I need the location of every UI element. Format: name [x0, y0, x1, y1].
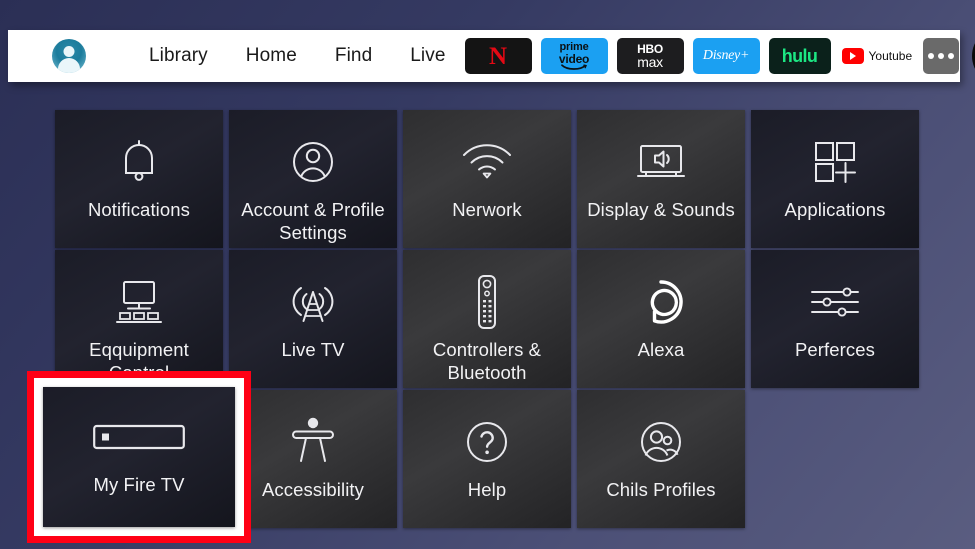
tile-account-profile-settings[interactable]: Account & Profile Settings	[229, 110, 397, 248]
tile-label: Perferces	[794, 339, 876, 360]
app-shortcut-row: N prime video HBO max Disney+ hulu Youtu…	[464, 27, 975, 85]
fire-tv-stick-icon	[93, 409, 185, 465]
netflix-logo: N	[488, 42, 508, 70]
antenna-icon	[287, 274, 339, 330]
hulu-logo: hulu	[781, 45, 818, 66]
netflix-app-button[interactable]: N	[464, 38, 532, 74]
youtube-play-icon	[841, 48, 864, 64]
monitor-keyboard-icon	[110, 274, 168, 330]
tile-accessibility[interactable]: Accessibility	[229, 390, 397, 528]
avatar-body	[58, 58, 80, 73]
alexa-ring-icon	[636, 274, 686, 330]
question-circle-icon	[462, 414, 512, 470]
youtube-label: Youtube	[868, 49, 913, 63]
tile-label: My Fire TV	[93, 474, 185, 495]
tile-help[interactable]: Help	[403, 390, 571, 528]
tile-label: Alexa	[637, 339, 685, 360]
dot-icon	[948, 53, 955, 59]
tile-label: Chils Profiles	[606, 479, 716, 500]
app-grid-plus-icon	[810, 134, 860, 190]
tile-label: Applications	[784, 199, 886, 220]
hbo-logo-line2: max	[637, 54, 663, 70]
tile-display-and-sounds[interactable]: Display & Sounds	[577, 110, 745, 248]
tile-label: Help	[467, 479, 507, 500]
tile-equipment-control[interactable]: Eqquipment Control	[55, 250, 223, 388]
nav-live[interactable]: Live	[391, 45, 464, 67]
accessibility-icon	[288, 414, 338, 470]
profile-avatar[interactable]	[52, 39, 86, 73]
disney-logo: Disney+	[702, 48, 750, 63]
tile-label: Accessibility	[261, 479, 365, 500]
person-circle-icon	[288, 134, 338, 190]
prime-video-app-button[interactable]: prime video	[540, 38, 608, 74]
tile-label: Live TV	[281, 339, 345, 360]
sliders-icon	[807, 274, 863, 330]
avatar-head	[63, 46, 75, 57]
tile-applications[interactable]: Applications	[751, 110, 919, 248]
nav-find[interactable]: Find	[316, 45, 391, 67]
tile-alexa[interactable]: Alexa	[577, 250, 745, 388]
tile-network[interactable]: Nerwork	[403, 110, 571, 248]
hulu-app-button[interactable]: hulu	[768, 38, 831, 74]
selection-highlight-my-fire-tv: My Fire TV	[27, 371, 251, 543]
prime-logo-line1: prime	[559, 40, 589, 53]
tile-label: Controllers & Bluetooth	[432, 339, 542, 383]
dot-icon	[928, 53, 935, 59]
tile-controllers-and-bluetooth[interactable]: Controllers & Bluetooth	[403, 250, 571, 388]
tile-my-fire-tv[interactable]: My Fire TV	[43, 387, 235, 527]
nav-home[interactable]: Home	[227, 45, 316, 67]
disney-plus-app-button[interactable]: Disney+	[692, 38, 760, 74]
top-navigation-bar: Library Home Find Live N prime video HBO…	[8, 27, 975, 85]
nav-left-group: Library Home Find Live	[8, 39, 465, 73]
tile-label: Notifications	[87, 199, 191, 220]
nav-library[interactable]: Library	[130, 45, 227, 67]
tv-speaker-icon	[633, 134, 689, 190]
bell-icon	[117, 134, 161, 190]
youtube-app-button[interactable]: Youtube	[840, 38, 915, 74]
tile-live-tv[interactable]: Live TV	[229, 250, 397, 388]
tile-preferences[interactable]: Perferces	[751, 250, 919, 388]
tile-label: Nerwork	[452, 199, 522, 220]
tile-notifications[interactable]: Notifications	[55, 110, 223, 248]
remote-control-icon	[473, 274, 501, 330]
amazon-smile-icon	[561, 63, 587, 71]
hbo-max-app-button[interactable]: HBO max	[616, 38, 684, 74]
dot-icon	[938, 53, 945, 59]
tile-label: Display & Sounds	[587, 199, 735, 220]
wifi-icon	[460, 134, 514, 190]
tile-child-profiles[interactable]: Chils Profiles	[577, 390, 745, 528]
more-apps-button[interactable]	[923, 38, 960, 74]
people-circle-icon	[636, 414, 686, 470]
tile-label: Account & Profile Settings	[241, 199, 385, 243]
